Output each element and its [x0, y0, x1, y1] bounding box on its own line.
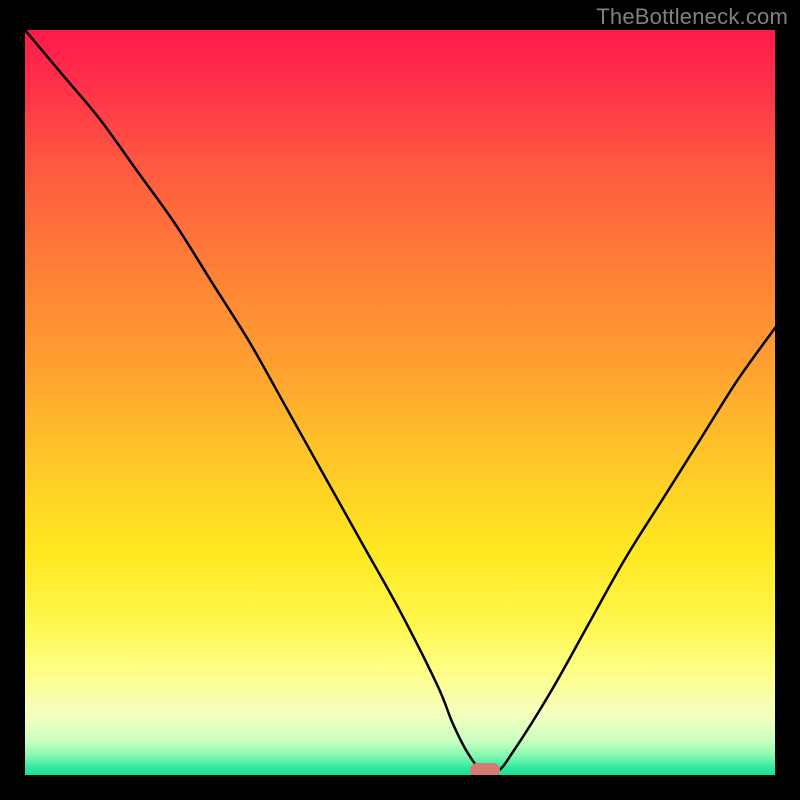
- plot-area: [25, 30, 775, 775]
- watermark-text: TheBottleneck.com: [596, 4, 788, 30]
- optimal-point-marker: [470, 763, 500, 775]
- chart-frame: TheBottleneck.com: [0, 0, 800, 800]
- bottleneck-curve: [25, 30, 775, 775]
